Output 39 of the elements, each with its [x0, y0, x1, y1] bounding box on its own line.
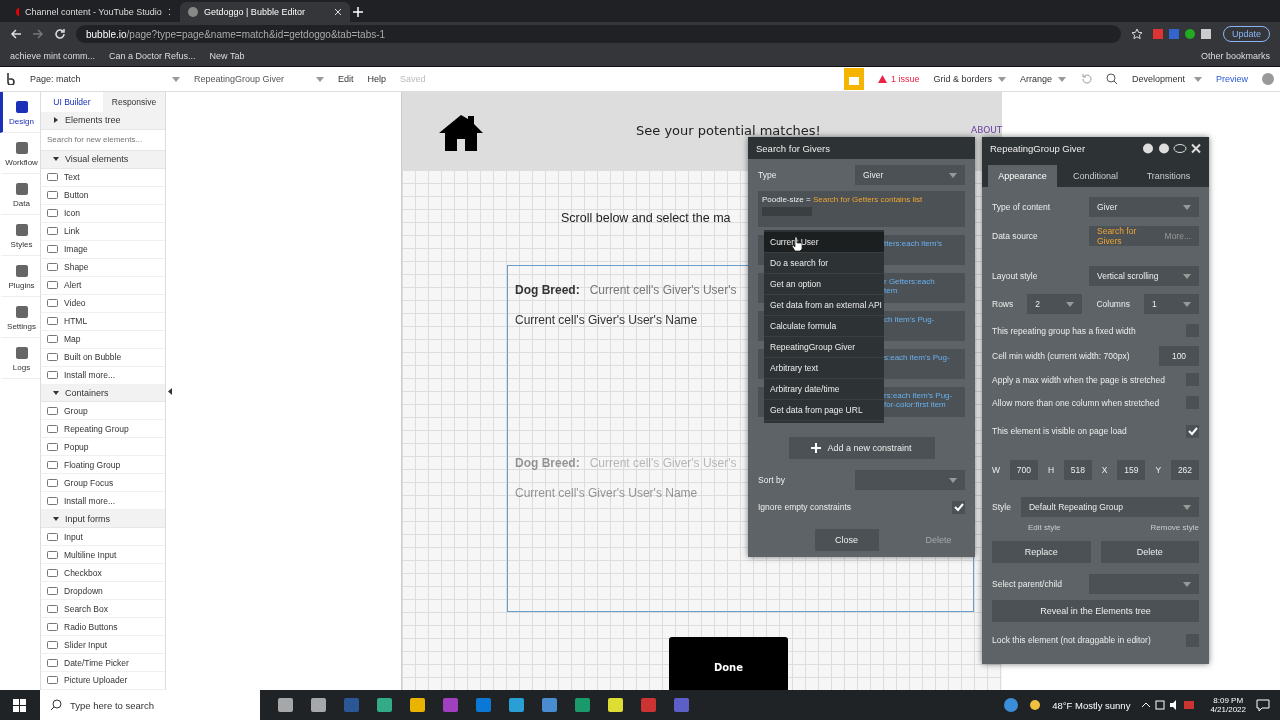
field-label: H: [1047, 465, 1054, 475]
constraint-text: tters:each item's: [884, 239, 942, 248]
breed-value: Current cell's Giver's User's: [589, 283, 737, 297]
breed-label: Dog Breed:: [515, 456, 580, 470]
field-label: W: [992, 465, 1001, 475]
ignore-label: Ignore empty constraints: [758, 502, 852, 512]
option-label: Lock this element (not draggable in editor): [992, 635, 1151, 645]
option-label: Apply a max width when the page is stretched: [992, 374, 1165, 385]
sort-label: Sort by: [758, 475, 785, 485]
field-label: X: [1101, 465, 1108, 475]
type-label: Type: [758, 170, 777, 180]
option-label: Allow more than one column when stretched: [992, 397, 1160, 408]
constraint-text: Poodle-size = Search for Getters contains list: [762, 195, 923, 204]
field-label: Style: [992, 502, 1011, 512]
option-label: This element is visible on page load: [992, 426, 1127, 436]
field-label: Layout style: [992, 271, 1038, 281]
field-label: Type of content: [992, 202, 1051, 212]
constraint-text: s:each item's Pug-: [884, 353, 950, 362]
field-label: Data source: [992, 231, 1038, 241]
page-heading: See your potential matches!: [636, 123, 821, 138]
save-status: Saved: [400, 74, 426, 84]
constraint-text: for-color:first item: [884, 400, 946, 409]
field-label: Rows: [992, 299, 1014, 309]
constraint-text: r Getters:each: [884, 277, 935, 286]
breed-value: Current cell's Giver's User's: [589, 456, 737, 470]
giver-name: Current cell's Giver's User's Name: [515, 313, 698, 327]
constraint-text: ch item's Pug-: [884, 315, 935, 324]
intro-text: Scroll below and select the ma: [561, 211, 731, 225]
breed-label: Dog Breed:: [515, 283, 580, 297]
constraint-text: rs:each item's Pug-: [884, 391, 953, 400]
field-label: Cell min width (current width: 700px): [992, 351, 1130, 361]
field-label: Y: [1155, 465, 1162, 475]
panel-title: Search for Givers: [756, 142, 830, 154]
option-label: This repeating group has a fixed width: [992, 325, 1136, 336]
giver-name: Current cell's Giver's User's Name: [515, 486, 698, 500]
constraint-text: tem: [884, 286, 898, 295]
field-label: Columns: [1096, 299, 1130, 309]
field-label: Select parent/child: [992, 579, 1062, 589]
panel-title: RepeatingGroup Giver: [990, 142, 1086, 154]
